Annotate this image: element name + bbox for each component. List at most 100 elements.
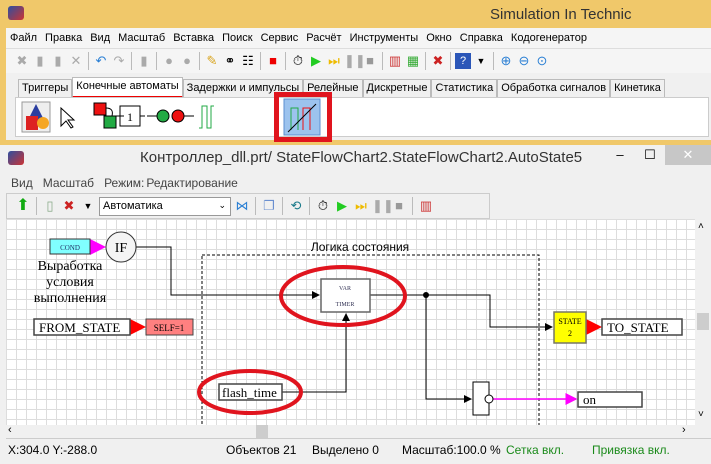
refresh-icon[interactable]: ⟲ bbox=[288, 198, 304, 214]
tab-statistics[interactable]: Статистика bbox=[431, 79, 498, 98]
tab-triggers[interactable]: Триггеры bbox=[18, 79, 73, 98]
app-title: Simulation In Technic bbox=[490, 6, 632, 23]
grid-status[interactable]: Сетка вкл. bbox=[506, 443, 564, 457]
undo-icon[interactable]: ↶ bbox=[93, 53, 109, 69]
menu-tools[interactable]: Инструменты bbox=[346, 32, 423, 44]
script-icon[interactable]: ▯ bbox=[42, 198, 58, 214]
tools-icon[interactable]: ✖ bbox=[61, 198, 77, 214]
main-menu-bar: Файл Правка Вид Масштаб Вставка Поиск Се… bbox=[6, 28, 711, 48]
cond-block[interactable]: COND bbox=[49, 238, 91, 255]
menu-view[interactable]: Вид bbox=[6, 176, 38, 190]
menu-scale[interactable]: Масштаб bbox=[114, 32, 169, 44]
menu-scale[interactable]: Масштаб bbox=[38, 176, 99, 190]
menu-search[interactable]: Поиск bbox=[218, 32, 256, 44]
binoculars-icon[interactable]: ⚭ bbox=[222, 53, 238, 69]
stop-icon[interactable]: ■ bbox=[391, 198, 407, 214]
scroll-right-icon[interactable]: › bbox=[682, 424, 686, 436]
scroll-up-icon[interactable]: ˄ bbox=[698, 221, 704, 232]
snap-status[interactable]: Привязка вкл. bbox=[592, 443, 670, 457]
output-state-icon[interactable] bbox=[171, 109, 194, 123]
svg-text:TIMER: TIMER bbox=[336, 302, 355, 308]
redo-icon[interactable]: ↷ bbox=[111, 53, 127, 69]
horizontal-scrollbar[interactable]: ‹ › bbox=[6, 424, 695, 438]
menu-service[interactable]: Сервис bbox=[257, 32, 303, 44]
paste-icon[interactable]: ▮ bbox=[50, 53, 66, 69]
var-timer-block[interactable]: VAR TIMER bbox=[320, 278, 371, 313]
brush-icon[interactable]: ✎ bbox=[204, 53, 220, 69]
connect-icon[interactable]: ⋈ bbox=[234, 198, 250, 214]
chart-icon[interactable]: ▥ bbox=[387, 53, 403, 69]
zoom-fit-icon[interactable]: ⊙ bbox=[534, 53, 550, 69]
pause-icon[interactable]: ❚❚ bbox=[372, 198, 394, 214]
menu-codegen[interactable]: Кодогенератор bbox=[507, 32, 591, 44]
svg-text:STATE: STATE bbox=[558, 317, 581, 326]
mode-label[interactable]: Режим: bbox=[99, 176, 146, 190]
tab-discrete[interactable]: Дискретные bbox=[362, 79, 432, 98]
stopwatch-icon[interactable]: ⏱ bbox=[290, 53, 306, 69]
self-block[interactable]: SELF=1 bbox=[145, 318, 194, 336]
up-arrow-icon[interactable]: ⬆ bbox=[15, 198, 31, 214]
if-block[interactable]: IF bbox=[105, 231, 137, 263]
menu-file[interactable]: Файл bbox=[6, 32, 41, 44]
horizontal-scroll-thumb[interactable] bbox=[256, 425, 268, 438]
input-state-icon[interactable] bbox=[147, 109, 170, 123]
zoom-in-icon[interactable]: ⊕ bbox=[498, 53, 514, 69]
tab-signal-processing[interactable]: Обработка сигналов bbox=[497, 79, 611, 98]
page-icon[interactable]: ▮ bbox=[136, 53, 152, 69]
scroll-down-icon[interactable]: ˅ bbox=[698, 409, 704, 420]
tree-icon[interactable]: ☷ bbox=[240, 53, 256, 69]
layers-icon[interactable]: ■ bbox=[265, 53, 281, 69]
svg-text:VAR: VAR bbox=[339, 286, 351, 292]
minimize-button[interactable]: – bbox=[605, 145, 635, 165]
not-gate-block[interactable] bbox=[472, 381, 494, 416]
windows-icon[interactable]: ❐ bbox=[261, 198, 277, 214]
menu-help[interactable]: Справка bbox=[456, 32, 507, 44]
step-icon[interactable]: ⏭ bbox=[326, 53, 342, 69]
mode-value[interactable]: Редактирование bbox=[146, 176, 242, 190]
chart-icon[interactable]: ▥ bbox=[418, 198, 434, 214]
state-transition-icon[interactable] bbox=[93, 102, 117, 129]
close-button[interactable]: ✕ bbox=[665, 145, 711, 165]
flash-time-block[interactable]: flash_time bbox=[218, 383, 283, 401]
highlight-box bbox=[274, 92, 332, 142]
library-select[interactable]: Автоматика ⌄ bbox=[99, 196, 231, 216]
stopwatch-icon[interactable]: ⏱ bbox=[315, 198, 331, 214]
cut-icon[interactable]: ✖ bbox=[14, 53, 30, 69]
play-icon[interactable]: ▶ bbox=[308, 53, 324, 69]
shapes-icon[interactable] bbox=[21, 101, 51, 133]
palette-blocks: 1 bbox=[15, 97, 709, 137]
chevron-down-icon[interactable]: ▼ bbox=[473, 53, 489, 69]
bulb-icon[interactable]: ● bbox=[161, 53, 177, 69]
pulse-icon[interactable] bbox=[199, 105, 214, 129]
vertical-scroll-thumb[interactable] bbox=[697, 313, 709, 330]
delete-icon[interactable]: ✕ bbox=[68, 53, 84, 69]
menu-insert[interactable]: Вставка bbox=[169, 32, 218, 44]
pointer-icon[interactable] bbox=[60, 106, 76, 129]
diagram-canvas[interactable]: Логика состояния COND IF Выработка услов… bbox=[6, 219, 695, 425]
chevron-down-icon[interactable]: ▼ bbox=[80, 198, 96, 214]
tab-kinetics[interactable]: Кинетика bbox=[610, 79, 665, 98]
on-block[interactable]: on bbox=[577, 391, 643, 408]
from-state-block[interactable]: FROM_STATE bbox=[33, 318, 131, 336]
to-state-block[interactable]: TO_STATE bbox=[601, 318, 683, 336]
pause-icon[interactable]: ❚❚ bbox=[344, 53, 366, 69]
copy-icon[interactable]: ▮ bbox=[32, 53, 48, 69]
help-icon[interactable]: ? bbox=[455, 53, 471, 69]
table-icon[interactable]: ▦ bbox=[405, 53, 421, 69]
bulb-off-icon[interactable]: ● bbox=[179, 53, 195, 69]
maximize-button[interactable]: ☐ bbox=[635, 145, 665, 165]
state-block[interactable]: STATE 2 bbox=[553, 311, 587, 344]
menu-view[interactable]: Вид bbox=[86, 32, 114, 44]
vertical-scrollbar[interactable]: ˄ ˅ bbox=[695, 219, 711, 425]
tools-icon[interactable]: ✖ bbox=[430, 53, 446, 69]
menu-calc[interactable]: Расчёт bbox=[302, 32, 345, 44]
stop-icon[interactable]: ■ bbox=[362, 53, 378, 69]
scroll-left-icon[interactable]: ‹ bbox=[8, 424, 12, 436]
tab-state-machines[interactable]: Конечные автоматы bbox=[72, 77, 183, 98]
state-block-icon[interactable]: 1 bbox=[116, 105, 145, 127]
play-icon[interactable]: ▶ bbox=[334, 198, 350, 214]
zoom-out-icon[interactable]: ⊖ bbox=[516, 53, 532, 69]
step-icon[interactable]: ⏭ bbox=[353, 198, 369, 214]
menu-window[interactable]: Окно bbox=[422, 32, 456, 44]
menu-edit[interactable]: Правка bbox=[41, 32, 86, 44]
